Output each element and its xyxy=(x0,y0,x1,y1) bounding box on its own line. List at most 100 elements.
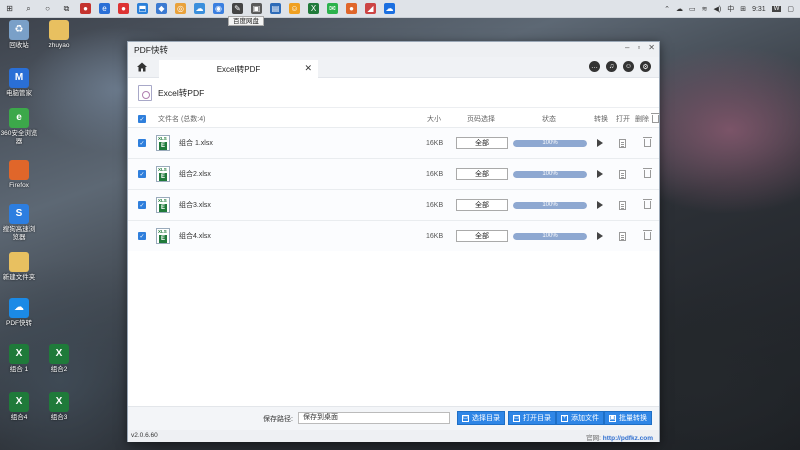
app-icon-11[interactable]: ▤ xyxy=(270,3,281,14)
page-range-select[interactable]: 全部 xyxy=(456,230,508,242)
wechat-icon[interactable]: ✉ xyxy=(327,3,338,14)
windows-start-icon[interactable]: ⊞ xyxy=(4,3,15,14)
desktop-icon-label: PDF快转 xyxy=(6,320,32,327)
app-red-icon[interactable]: ● xyxy=(80,3,91,14)
table-row[interactable]: ✓ XLS E 组合4.xlsx 16KB 全部 100% xyxy=(128,220,659,251)
row-checkbox[interactable]: ✓ xyxy=(138,201,146,209)
chrome-icon[interactable]: ◎ xyxy=(175,3,186,14)
desktop-icon[interactable]: e 360安全浏览器 xyxy=(0,108,38,146)
select-all-checkbox[interactable]: ✓ xyxy=(138,115,146,123)
open-file-icon[interactable] xyxy=(619,138,626,148)
window-titlebar[interactable]: PDF快转 – ▫ ✕ xyxy=(128,42,659,57)
open-file-icon[interactable] xyxy=(619,169,626,179)
desktop-icon-label: 回收站 xyxy=(9,42,29,49)
chat-icon[interactable]: … xyxy=(589,61,600,72)
desktop-icon-label: 电脑管家 xyxy=(6,90,32,97)
progress-text: 100% xyxy=(542,139,558,146)
add-file-button[interactable]: + 添加文件 xyxy=(556,411,604,425)
website-label: 官网: xyxy=(586,435,601,442)
grid-icon[interactable]: ⊞ xyxy=(740,5,746,13)
app-icon-8[interactable]: ◉ xyxy=(213,3,224,14)
desktop-icon[interactable]: M 电脑管家 xyxy=(0,68,38,98)
file-name: 组合2.xlsx xyxy=(179,171,211,178)
excel-file-icon: XLS E xyxy=(156,197,170,213)
delete-all-icon[interactable] xyxy=(651,113,660,123)
home-icon[interactable] xyxy=(136,61,148,73)
cortana-icon[interactable]: ○ xyxy=(42,3,53,14)
cloud-icon[interactable]: ☁ xyxy=(676,5,683,13)
delete-row-icon[interactable] xyxy=(643,137,652,147)
browser-icon[interactable]: e xyxy=(99,3,110,14)
header-delete: 删除 xyxy=(635,116,649,123)
batch-convert-button[interactable]: ▣ 批量转换 xyxy=(604,411,652,425)
row-checkbox[interactable]: ✓ xyxy=(138,170,146,178)
minimize-button[interactable]: – xyxy=(625,43,629,52)
pdf-kz-taskbar-icon[interactable]: ☁ xyxy=(384,3,395,14)
convert-play-icon[interactable] xyxy=(597,139,603,147)
app-icon-10[interactable]: ▣ xyxy=(251,3,262,14)
restore-button[interactable]: ▫ xyxy=(637,43,640,52)
excel-file-icon: XLS E xyxy=(156,166,170,182)
desktop-icon[interactable]: ☁ PDF快转 xyxy=(0,298,38,328)
wifi-icon[interactable]: ≋ xyxy=(702,5,708,13)
notification-icon[interactable]: ▢ xyxy=(787,5,794,13)
convert-play-icon[interactable] xyxy=(597,232,603,240)
tab-close-icon[interactable]: ✕ xyxy=(304,63,312,74)
save-path-input[interactable]: 保存到桌面 xyxy=(298,412,450,424)
desktop-icon[interactable]: X 组合3 xyxy=(40,392,78,422)
table-row[interactable]: ✓ XLS E 组合 1.xlsx 16KB 全部 100% xyxy=(128,127,659,158)
app-icon-5[interactable]: ◆ xyxy=(156,3,167,14)
monitor-icon[interactable]: ▭ xyxy=(689,5,696,13)
app-icon-16[interactable]: ◢ xyxy=(365,3,376,14)
desktop-icon[interactable]: X 组合4 xyxy=(0,392,38,422)
table-row[interactable]: ✓ XLS E 组合2.xlsx 16KB 全部 100% xyxy=(128,158,659,189)
delete-row-icon[interactable] xyxy=(643,168,652,178)
user-icon[interactable]: ☺ xyxy=(623,61,634,72)
table-row[interactable]: ✓ XLS E 组合3.xlsx 16KB 全部 100% xyxy=(128,189,659,220)
tray-badge[interactable]: W xyxy=(771,6,782,12)
convert-play-icon[interactable] xyxy=(597,201,603,209)
taskbar: ⊞ ⌕ ○ ⧉ ● e ● ⬒ ◆ ◎ ☁ ◉ ✎ ▣ ▤ ☺ X ✉ ● ◢ … xyxy=(0,0,800,18)
volume-icon[interactable]: ◀) xyxy=(713,5,721,13)
headset-icon[interactable]: ♫ xyxy=(606,61,617,72)
convert-play-icon[interactable] xyxy=(597,170,603,178)
excel-icon[interactable]: X xyxy=(308,3,319,14)
desktop-icon[interactable]: zhuyao xyxy=(40,20,78,50)
website-link[interactable]: 官网: http://pdfkz.com xyxy=(586,432,653,442)
choose-directory-button[interactable]: ▭ 选择目录 xyxy=(457,411,505,425)
desktop-icon[interactable]: 新建文件夹 xyxy=(0,252,38,282)
open-file-icon[interactable] xyxy=(619,200,626,210)
desktop-icon[interactable]: ♻ 回收站 xyxy=(0,20,38,50)
row-checkbox[interactable]: ✓ xyxy=(138,139,146,147)
open-directory-button[interactable]: ▭ 打开目录 xyxy=(508,411,556,425)
desktop-app-icon xyxy=(49,20,69,40)
baidu-netdisk-icon[interactable]: ☁ xyxy=(194,3,205,14)
desktop-icon[interactable]: X 组合2 xyxy=(40,344,78,374)
task-view-icon[interactable]: ⧉ xyxy=(61,3,72,14)
page-range-select[interactable]: 全部 xyxy=(456,168,508,180)
app-icon-4[interactable]: ⬒ xyxy=(137,3,148,14)
desktop-icon[interactable]: X 组合 1 xyxy=(0,344,38,374)
app-icon-3[interactable]: ● xyxy=(118,3,129,14)
page-range-select[interactable]: 全部 xyxy=(456,199,508,211)
desktop-icon[interactable]: Firefox xyxy=(0,160,38,190)
clock[interactable]: 9:31 xyxy=(752,6,766,13)
page-range-select[interactable]: 全部 xyxy=(456,137,508,149)
open-file-icon[interactable] xyxy=(619,231,626,241)
tab-excel-to-pdf[interactable]: Excel转PDF ✕ xyxy=(159,60,318,78)
desktop-app-icon: ☁ xyxy=(9,298,29,318)
delete-row-icon[interactable] xyxy=(643,230,652,240)
firefox-icon[interactable]: ● xyxy=(346,3,357,14)
add-icon: + xyxy=(561,414,568,422)
app-icon-9[interactable]: ✎ xyxy=(232,3,243,14)
close-button[interactable]: ✕ xyxy=(648,43,655,52)
progress-text: 100% xyxy=(542,170,558,177)
chevron-up-icon[interactable]: ⌃ xyxy=(664,5,670,13)
ime-indicator[interactable]: 中 xyxy=(727,4,734,14)
search-icon[interactable]: ⌕ xyxy=(23,3,34,14)
desktop-icon[interactable]: S 搜狗高速浏览器 xyxy=(0,204,38,242)
settings-gear-icon[interactable]: ⚙ xyxy=(640,61,651,72)
row-checkbox[interactable]: ✓ xyxy=(138,232,146,240)
app-icon-12[interactable]: ☺ xyxy=(289,3,300,14)
delete-row-icon[interactable] xyxy=(643,199,652,209)
